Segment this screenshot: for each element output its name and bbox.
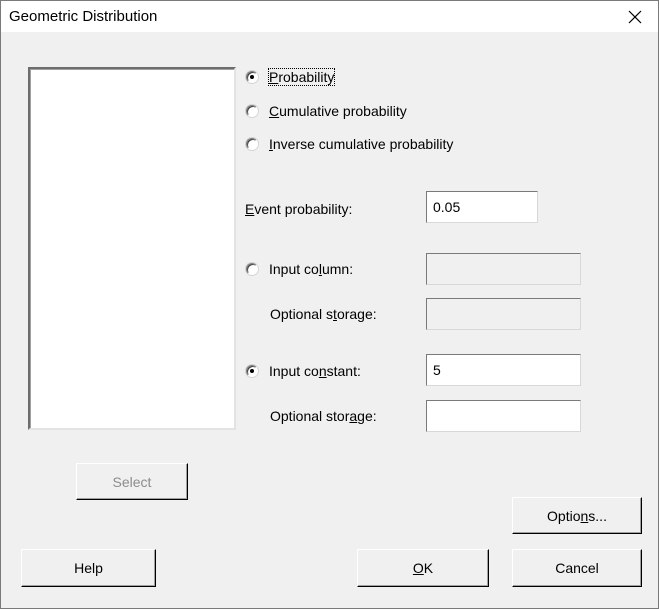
inverse-cumulative-probability-label: Inverse cumulative probability [269,136,454,152]
geometric-distribution-dialog: Geometric Distribution Probability Cumul… [0,0,659,609]
input-constant-field[interactable]: 5 [426,354,581,386]
constant-optional-storage-field[interactable] [426,400,581,432]
event-probability-input[interactable]: 0.05 [426,191,538,223]
probability-label: Probability [267,68,336,86]
help-button[interactable]: Help [21,549,156,587]
input-column-label: Input column: [269,261,354,277]
select-button[interactable]: Select [76,463,188,500]
inverse-cumulative-probability-radio[interactable] [246,138,258,150]
constant-optional-storage-label: Optional storage: [270,408,377,424]
close-icon [628,10,642,23]
column-optional-storage-field[interactable] [426,298,581,330]
dialog-title: Geometric Distribution [9,8,158,25]
input-constant-radio[interactable] [246,365,258,377]
cumulative-probability-label: Cumulative probability [269,103,407,119]
cumulative-probability-option[interactable]: Cumulative probability [246,103,407,119]
input-column-option[interactable]: Input column: [246,261,353,277]
probability-radio[interactable] [246,71,258,83]
cancel-button[interactable]: Cancel [512,549,642,587]
probability-option[interactable]: Probability [246,68,336,86]
cumulative-probability-radio[interactable] [246,105,258,117]
column-optional-storage-label: Optional storage: [270,306,377,322]
options-button[interactable]: Optio n s... [512,497,642,534]
variable-list[interactable] [28,67,236,430]
input-constant-label: Input constant: [269,363,361,379]
title-bar: Geometric Distribution [1,1,658,32]
close-button[interactable] [612,1,658,32]
inverse-cumulative-probability-option[interactable]: Inverse cumulative probability [246,136,453,152]
ok-button[interactable]: OK [357,549,489,587]
event-probability-label: Event probability: [245,201,353,217]
input-constant-option[interactable]: Input constant: [246,363,361,379]
input-column-field[interactable] [426,253,581,285]
input-column-radio[interactable] [246,263,258,275]
